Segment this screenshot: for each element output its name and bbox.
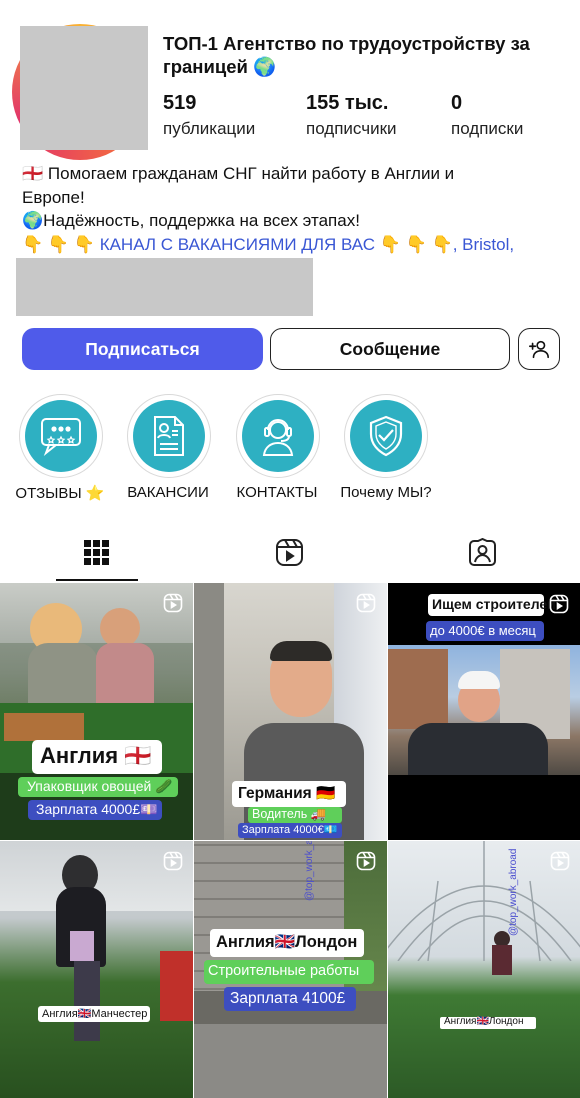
post-subtitle: Строительные работы bbox=[208, 963, 360, 979]
profile-bio: 🏴󠁧󠁢󠁥󠁮󠁧󠁿 Помогаем гражданам СНГ найти раб… bbox=[22, 162, 567, 256]
profile-title: ТОП-1 Агентство по трудоустройству за гр… bbox=[163, 33, 530, 77]
headset-operator-icon bbox=[262, 419, 294, 456]
suggest-users-button[interactable] bbox=[518, 328, 560, 370]
grid-icon bbox=[84, 540, 109, 565]
post-tile[interactable]: Англия 🏴󠁧󠁢󠁥󠁮󠁧󠁿 Упаковщик овощей 🥒 Зарпла… bbox=[0, 583, 193, 840]
stat-following-label: подписки bbox=[451, 119, 524, 138]
stat-posts[interactable]: 519 публикации bbox=[163, 92, 255, 139]
highlight-contacts[interactable] bbox=[236, 394, 320, 478]
redacted-block bbox=[16, 258, 313, 316]
stat-posts-value: 519 bbox=[163, 92, 197, 114]
post-salary: Зарплата 4000€💶 bbox=[242, 824, 338, 836]
reels-icon bbox=[276, 539, 303, 566]
bio-line: 👇 👇 👇 КАНАЛ С ВАКАНСИЯМИ ДЛЯ ВАС 👇 👇 👇, … bbox=[22, 234, 515, 254]
reel-badge-icon bbox=[356, 593, 376, 613]
post-tile[interactable]: Англия🇬🇧Манчестер bbox=[0, 841, 193, 1098]
post-tile[interactable]: @top_work_abroad Англия🇬🇧Лондон bbox=[388, 841, 580, 1098]
avatar[interactable] bbox=[20, 26, 148, 150]
post-tile[interactable]: Англия🇬🇧Лондон Строительные работы Зарпл… bbox=[194, 841, 387, 1098]
reel-badge-icon bbox=[550, 851, 570, 871]
reel-badge-icon bbox=[163, 851, 183, 871]
highlight-why-us[interactable] bbox=[344, 394, 428, 478]
message-button[interactable]: Сообщение bbox=[270, 328, 510, 370]
post-subtitle: Упаковщик овощей 🥒 bbox=[27, 778, 173, 794]
post-salary: Зарплата 4100£ bbox=[230, 990, 346, 1007]
post-title: Англия🇬🇧Манчестер bbox=[42, 1008, 148, 1020]
follow-button[interactable]: Подписаться bbox=[22, 328, 263, 370]
post-watermark: @top_work_abroad bbox=[508, 848, 519, 936]
post-subtitle: до 4000€ в месяц bbox=[430, 623, 536, 638]
reel-badge-icon bbox=[549, 594, 569, 614]
tab-reels[interactable] bbox=[275, 538, 304, 572]
reel-badge-icon bbox=[356, 851, 376, 871]
post-title: Германия 🇩🇪 bbox=[238, 785, 336, 802]
channel-link[interactable]: КАНАЛ С ВАКАНСИЯМИ ДЛЯ ВАС bbox=[100, 235, 375, 254]
highlight-label: КОНТАКТЫ bbox=[236, 484, 318, 501]
post-title: Англия🇬🇧Лондон bbox=[216, 933, 358, 951]
stat-posts-label: публикации bbox=[163, 119, 256, 138]
highlight-label: ОТЗЫВЫ ⭐ bbox=[15, 485, 105, 502]
post-title: Англия🇬🇧Лондон bbox=[444, 1016, 524, 1027]
active-tab-indicator bbox=[56, 579, 138, 581]
reel-badge-icon bbox=[163, 593, 183, 613]
bio-line: Европе! bbox=[22, 187, 85, 207]
post-tile[interactable]: Ищем строителей до 4000€ в месяц bbox=[388, 583, 580, 840]
stat-followers-value: 155 тыс. bbox=[306, 92, 389, 114]
post-tile[interactable]: Германия 🇩🇪 Водитель 🚚 Зарплата 4000€💶 bbox=[194, 583, 387, 840]
reviews-chat-icon bbox=[41, 418, 81, 456]
location-link[interactable]: , Bristol, bbox=[453, 235, 514, 254]
highlight-reviews[interactable] bbox=[19, 394, 103, 478]
stat-followers[interactable]: 155 тыс. подписчики bbox=[306, 92, 397, 139]
resume-document-icon bbox=[154, 416, 184, 456]
tab-tagged[interactable] bbox=[468, 537, 497, 572]
post-title: Англия 🏴󠁧󠁢󠁥󠁮󠁧󠁿 bbox=[40, 743, 152, 768]
tagged-icon bbox=[469, 537, 496, 566]
shield-check-icon bbox=[369, 415, 403, 457]
add-person-icon bbox=[529, 340, 549, 359]
post-salary: Зарплата 4000£💷 bbox=[36, 801, 158, 817]
bio-line: 🌍Надёжность, поддержка на всех этапах! bbox=[22, 211, 360, 230]
bio-line: 🏴󠁧󠁢󠁥󠁮󠁧󠁿 Помогаем гражданам СНГ найти раб… bbox=[22, 164, 455, 183]
stat-followers-label: подписчики bbox=[306, 119, 397, 138]
stat-following-value: 0 bbox=[451, 92, 463, 114]
post-subtitle: Водитель 🚚 bbox=[252, 807, 327, 821]
tab-grid[interactable] bbox=[84, 540, 109, 570]
stat-following[interactable]: 0 подписки bbox=[451, 92, 523, 139]
highlight-label: Почему МЫ? bbox=[340, 484, 432, 501]
highlight-vacancies[interactable] bbox=[127, 394, 211, 478]
post-title: Ищем строителей bbox=[432, 596, 556, 612]
highlight-label: ВАКАНСИИ bbox=[127, 484, 209, 501]
post-watermark: @top_work_abroad bbox=[304, 841, 315, 901]
